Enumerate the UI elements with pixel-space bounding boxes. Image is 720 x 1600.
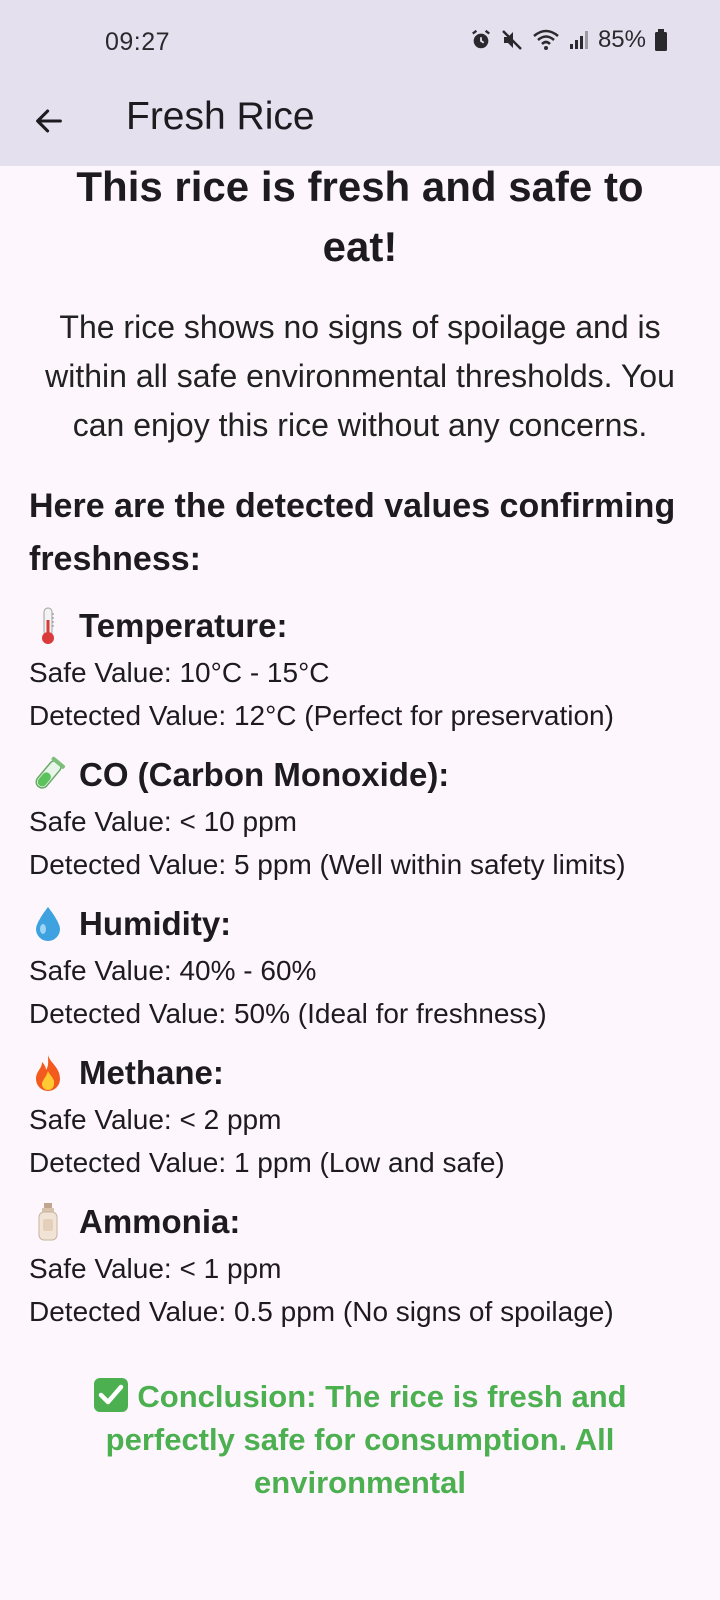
page-title: Fresh Rice — [126, 95, 315, 138]
arrow-left-icon — [32, 104, 66, 143]
metric-detected-value: Detected Value: 12°C (Perfect for preser… — [29, 700, 614, 731]
thermometer-icon — [29, 606, 67, 646]
metric-title: CO (Carbon Monoxide): — [29, 750, 700, 800]
wifi-icon — [532, 28, 560, 52]
metric-title: Humidity: — [29, 899, 700, 949]
metric-ammonia: Ammonia: Safe Value: < 1 ppm Detected Va… — [29, 1197, 700, 1333]
metric-title-label: Methane: — [79, 1054, 224, 1091]
metric-title: Temperature: — [29, 601, 700, 651]
status-icons: 85% — [470, 26, 668, 54]
metric-safe-value: Safe Value: < 2 ppm — [29, 1104, 282, 1135]
battery-icon — [654, 28, 668, 52]
app-bar: Fresh Rice — [0, 84, 720, 166]
metric-title: Methane: — [29, 1048, 700, 1098]
metric-safe-value: Safe Value: < 1 ppm — [29, 1253, 282, 1284]
metric-co: CO (Carbon Monoxide): Safe Value: < 10 p… — [29, 750, 700, 886]
droplet-icon — [29, 904, 67, 944]
mute-icon — [500, 28, 524, 52]
metric-detected-value: Detected Value: 5 ppm (Well within safet… — [29, 849, 626, 880]
metric-title: Ammonia: — [29, 1197, 700, 1247]
result-intro: The rice shows no signs of spoilage and … — [45, 309, 675, 443]
metric-title-label: Ammonia: — [79, 1203, 241, 1240]
fire-icon — [29, 1053, 67, 1093]
battery-label: 85% — [597, 26, 646, 53]
metric-title-label: Humidity: — [79, 905, 232, 942]
alarm-icon — [470, 29, 492, 51]
metric-detected-value: Detected Value: 0.5 ppm (No signs of spo… — [29, 1296, 614, 1327]
check-mark-icon — [93, 1377, 129, 1413]
metric-temperature: Temperature: Safe Value: 10°C - 15°C Det… — [29, 601, 700, 737]
metric-title-label: Temperature: — [79, 607, 288, 644]
conclusion-text: Conclusion: The rice is fresh and perfec… — [105, 1379, 627, 1500]
result-headline: This rice is fresh and safe to eat! — [76, 166, 644, 270]
section-heading: Here are the detected values confirming … — [29, 487, 676, 578]
metric-safe-value: Safe Value: 10°C - 15°C — [29, 657, 330, 688]
lotion-bottle-icon — [29, 1202, 67, 1242]
test-tube-icon — [29, 755, 67, 795]
status-bar: 09:27 85% — [0, 0, 720, 84]
metrics-list: Temperature: Safe Value: 10°C - 15°C Det… — [0, 601, 720, 1333]
metric-methane: Methane: Safe Value: < 2 ppm Detected Va… — [29, 1048, 700, 1184]
metric-safe-value: Safe Value: 40% - 60% — [29, 955, 317, 986]
metric-detected-value: Detected Value: 50% (Ideal for freshness… — [29, 998, 547, 1029]
back-button[interactable] — [24, 98, 74, 148]
status-time: 09:27 — [105, 28, 171, 56]
metric-safe-value: Safe Value: < 10 ppm — [29, 806, 297, 837]
signal-icon — [568, 29, 590, 51]
metric-humidity: Humidity: Safe Value: 40% - 60% Detected… — [29, 899, 700, 1035]
metric-detected-value: Detected Value: 1 ppm (Low and safe) — [29, 1147, 505, 1178]
conclusion: Conclusion: The rice is fresh and perfec… — [0, 1375, 720, 1504]
metric-title-label: CO (Carbon Monoxide): — [79, 756, 450, 793]
result-content[interactable]: This rice is fresh and safe to eat! The … — [0, 166, 720, 1600]
conclusion-block: Conclusion: The rice is fresh and perfec… — [36, 1375, 684, 1504]
